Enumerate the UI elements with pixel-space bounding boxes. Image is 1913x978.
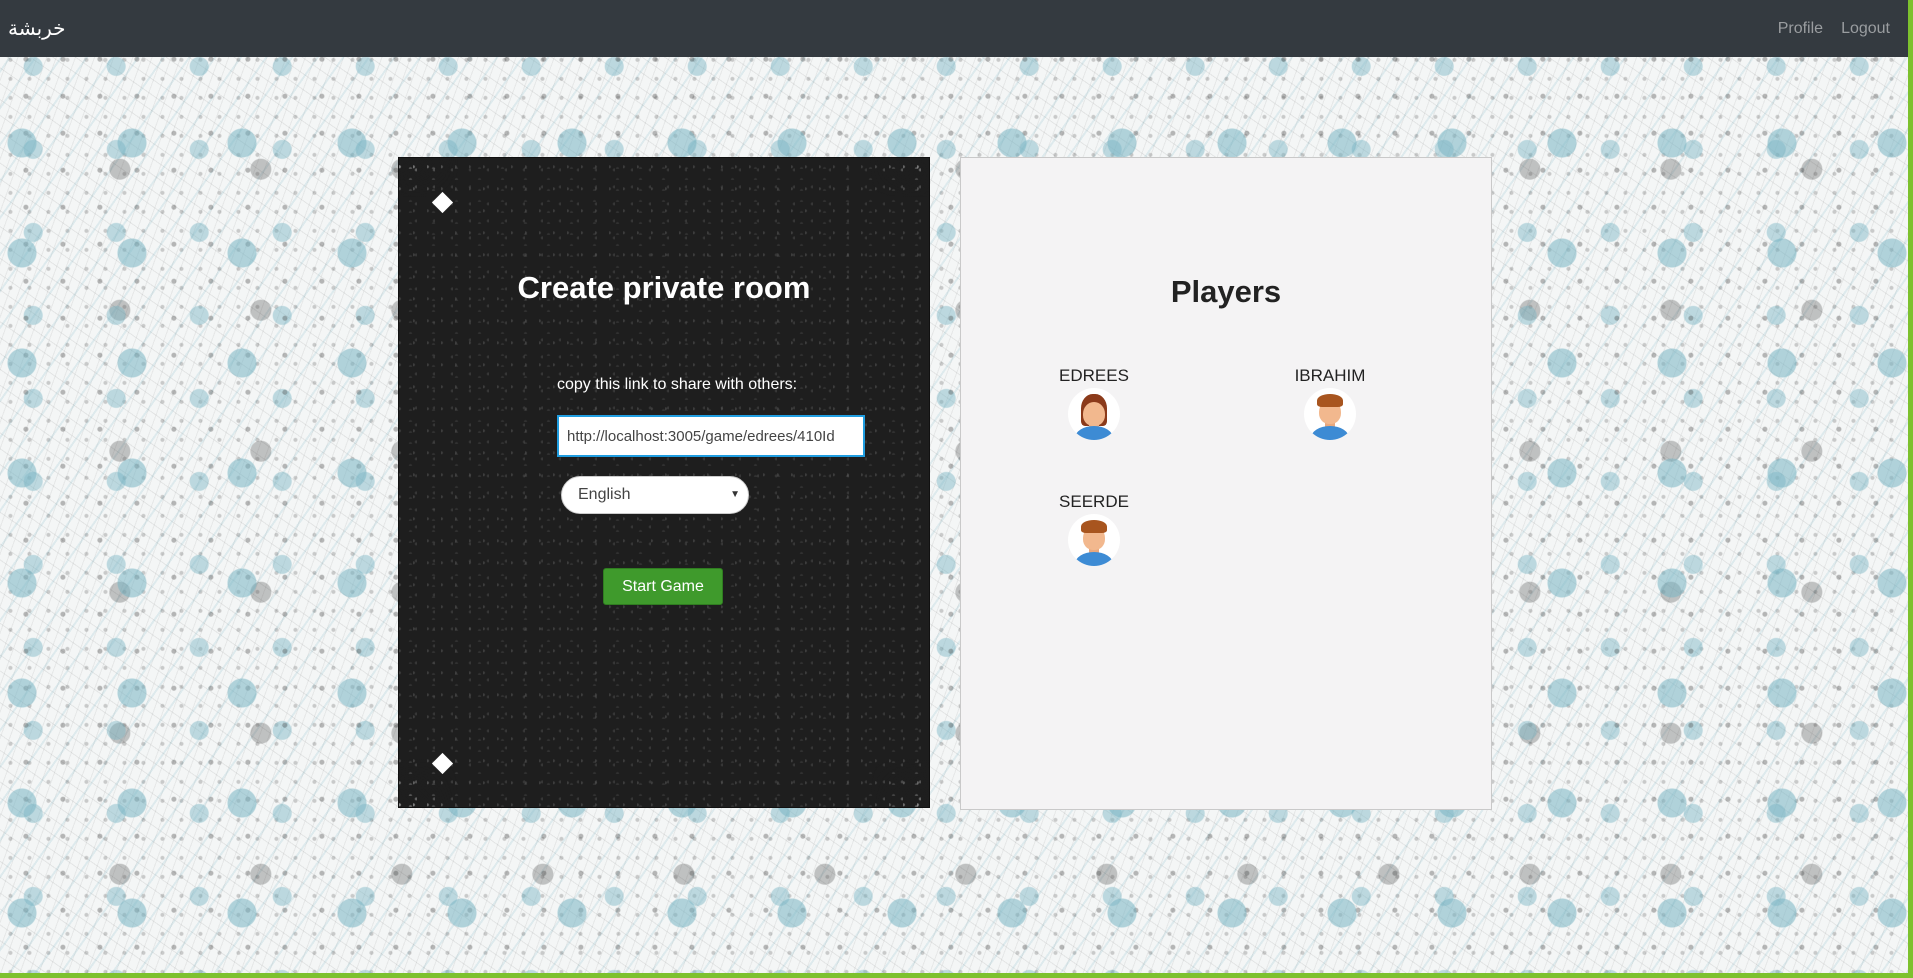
male-avatar-icon [1304,388,1356,440]
language-select[interactable]: English ▼ [561,476,749,514]
player-card: SEERDE [1039,492,1149,571]
room-title: Create private room [517,270,811,305]
create-room-panel: Create private room copy this link to sh… [398,157,930,808]
brand-logo[interactable]: خربشة [8,16,66,41]
doodle-background: خربشة Profile Logout Create private room… [0,0,1908,973]
players-panel: Players EDREES IBRAHIM SEERDE [960,157,1492,810]
players-title: Players [1170,274,1282,309]
start-game-button[interactable]: Start Game [603,568,723,605]
profile-link[interactable]: Profile [1778,20,1823,38]
diamond-decoration-top [431,191,454,214]
female-avatar-icon [1068,388,1120,440]
share-link-input[interactable] [557,415,865,457]
language-select-value: English [578,486,631,503]
player-name: EDREES [1059,366,1129,385]
chevron-down-icon: ▼ [730,489,740,500]
nav-links: Profile Logout [1778,20,1900,38]
player-card: IBRAHIM [1275,366,1385,445]
diamond-decoration-bottom [431,752,454,775]
player-name: IBRAHIM [1294,366,1366,385]
male-avatar-icon [1068,514,1120,566]
player-name: SEERDE [1059,492,1129,511]
player-card: EDREES [1039,366,1149,445]
share-link-label: copy this link to share with others: [557,376,798,393]
logout-link[interactable]: Logout [1841,20,1890,38]
top-navbar: خربشة Profile Logout [0,0,1908,57]
